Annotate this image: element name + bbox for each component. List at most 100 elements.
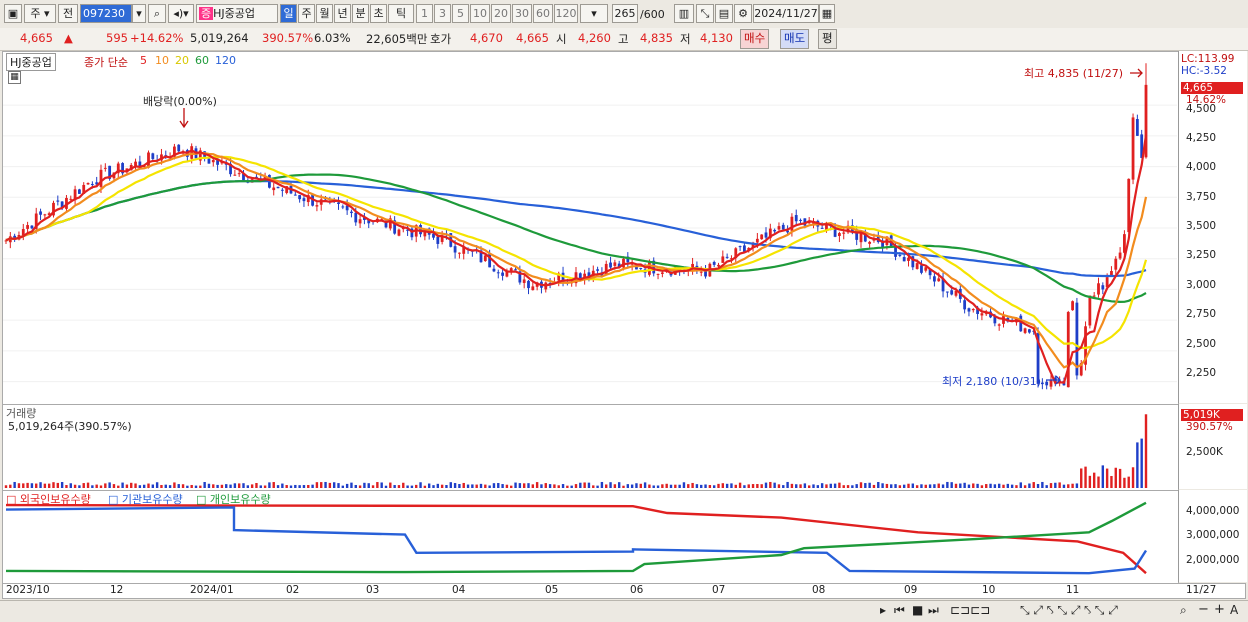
volume-bar	[458, 484, 461, 488]
volume-bar	[1002, 484, 1005, 488]
volume-bar	[579, 482, 582, 488]
candle-body	[458, 252, 461, 254]
candle-body	[1088, 295, 1092, 326]
candle-body	[755, 238, 759, 243]
holdings-legend-institution[interactable]: □ 기관보유수량	[108, 491, 183, 507]
volume-bar	[237, 483, 241, 488]
volume-bar	[661, 484, 664, 488]
x-label-last: 11/27	[1186, 584, 1217, 596]
volume-bar	[1101, 465, 1105, 488]
volume-bar	[829, 483, 832, 488]
volume-bar	[320, 482, 323, 488]
volume-bar	[851, 485, 854, 488]
candle-body	[712, 261, 716, 265]
volume-bar	[773, 482, 776, 488]
volume-bar	[846, 485, 850, 488]
volume-bar	[350, 482, 353, 488]
legend-ma60[interactable]: 60	[195, 54, 209, 67]
volume-bar	[652, 485, 655, 488]
volume-bar	[743, 485, 746, 488]
volume-bar	[207, 483, 211, 488]
candle-body	[354, 212, 358, 223]
volume-bar	[142, 484, 146, 488]
volume-bar	[721, 483, 725, 488]
candle-body	[1101, 285, 1105, 290]
tools-icon[interactable]: ⤡ ⤢ ⤣ ⤡ ⤢ ⤣ ⤡ ⤢	[1020, 603, 1118, 618]
volume-bar	[626, 484, 630, 488]
legend-ma120[interactable]: 120	[215, 54, 236, 67]
legend-ma10[interactable]: 10	[155, 54, 169, 67]
volume-bar	[959, 483, 962, 488]
volume-bar	[324, 481, 327, 488]
slider-icon[interactable]: ⊏⊐⊏⊐	[950, 603, 990, 617]
scroll-start-icon[interactable]: ⏮	[894, 603, 905, 618]
volume-bar	[95, 484, 98, 488]
candle-body	[1049, 379, 1053, 387]
holdings-legend-individual[interactable]: □ 개인보유수량	[196, 491, 271, 507]
volume-bar	[855, 484, 858, 488]
volume-bar	[1028, 483, 1031, 488]
candle-body	[39, 211, 42, 215]
zoom-in-icon[interactable]: +	[1214, 602, 1225, 617]
volume-bar	[717, 483, 720, 488]
volume-bar	[872, 484, 876, 488]
volume-bar	[656, 485, 660, 488]
axis-lc: LC:113.99	[1181, 53, 1235, 65]
volume-bar	[91, 485, 94, 488]
zoom-icon[interactable]: ⌕	[1180, 603, 1187, 618]
volume-bar	[130, 482, 133, 488]
volume-bar	[345, 483, 349, 488]
candle-body	[902, 257, 906, 262]
volume-bar	[924, 484, 927, 488]
candle-body	[492, 268, 496, 272]
volume-bar	[108, 482, 111, 488]
grid-icon[interactable]: ▦	[8, 71, 21, 84]
candle-body	[1131, 117, 1135, 180]
volume-bar	[233, 483, 237, 488]
volume-bar	[367, 483, 370, 488]
legend-ma20[interactable]: 20	[175, 54, 189, 67]
volume-axis-current: 5,019K	[1181, 409, 1243, 421]
volume-bar	[820, 483, 824, 488]
volume-bar	[488, 485, 491, 488]
volume-bar	[229, 484, 232, 488]
scroll-end-icon[interactable]: ⏭	[928, 603, 939, 618]
volume-bar	[915, 485, 919, 488]
volume-bar	[453, 483, 457, 488]
x-label-11: 11	[1066, 584, 1080, 596]
stop-icon[interactable]: ■	[912, 603, 923, 617]
holdings-legend-foreign[interactable]: □ 외국인보유수량	[6, 491, 91, 507]
x-label-04: 04	[452, 584, 466, 596]
candle-body	[522, 279, 526, 283]
volume-bar	[609, 482, 612, 488]
volume-bar	[674, 484, 677, 488]
candle-body	[237, 173, 241, 175]
volume-bar	[337, 483, 340, 488]
axis-tick-4500: 4,500	[1186, 103, 1217, 115]
volume-bar	[432, 485, 435, 488]
volume-bar	[1136, 442, 1139, 488]
ma20-line	[5, 155, 1148, 350]
volume-bar	[933, 484, 936, 488]
zoom-out-icon[interactable]: −	[1198, 602, 1209, 617]
scroll-right-icon[interactable]: ▸	[880, 603, 886, 617]
candle-body	[721, 256, 725, 263]
volume-bar	[747, 484, 750, 488]
volume-bar	[859, 482, 863, 488]
legend-ma5[interactable]: 5	[140, 54, 147, 67]
volume-bar	[220, 484, 224, 488]
candle-body	[915, 263, 919, 269]
auto-scale-icon[interactable]: A	[1230, 603, 1238, 617]
min-annotation: 최저 2,180 (10/31)	[942, 375, 1042, 388]
axis-tick-2500: 2,500	[1186, 338, 1217, 350]
candle-body	[1097, 283, 1100, 295]
candle-body	[699, 271, 703, 273]
volume-bar	[704, 484, 707, 488]
volume-bar	[812, 484, 815, 488]
candle-body	[276, 186, 280, 189]
legend-stock-name[interactable]: HJ중공업	[6, 53, 56, 71]
volume-bar	[1006, 483, 1010, 488]
volume-bar	[803, 483, 807, 488]
volume-bar	[1144, 414, 1148, 488]
volume-bar	[920, 484, 923, 488]
